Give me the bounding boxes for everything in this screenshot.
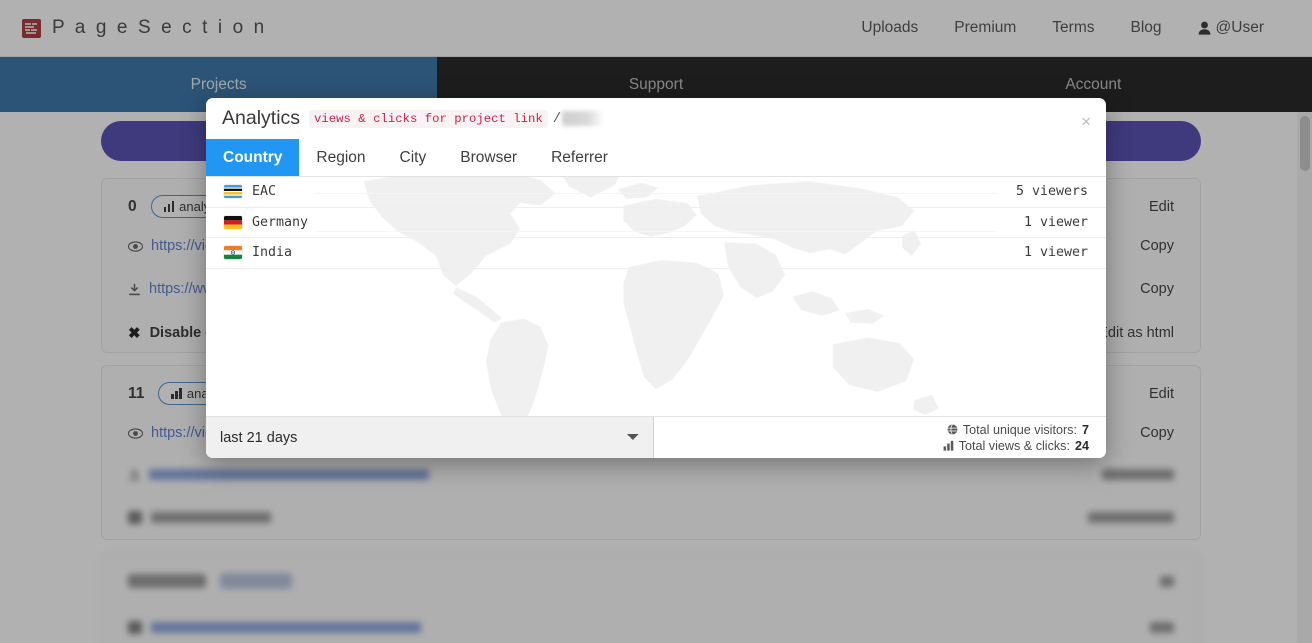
modal-title-slash: /	[552, 110, 562, 127]
country-name: EAC	[252, 184, 277, 200]
footer-stats: Total unique visitors: 7 Total views & c…	[943, 417, 1106, 458]
views-clicks-stat: Total views & clicks: 24	[943, 439, 1089, 453]
analytics-tab-bar: Country Region City Browser Referrer	[206, 139, 1106, 177]
redacted-project-slug	[562, 111, 605, 126]
tab-region[interactable]: Region	[299, 139, 382, 176]
flag-germany-icon	[224, 215, 242, 229]
views-clicks-label: Total views & clicks:	[958, 438, 1070, 453]
close-icon[interactable]: ×	[1081, 113, 1091, 130]
modal-title: Analytics	[222, 107, 301, 129]
tab-browser[interactable]: Browser	[443, 139, 534, 176]
country-viewer-count: 5 viewers	[1015, 184, 1088, 200]
flag-india-icon	[224, 246, 242, 260]
tab-city[interactable]: City	[383, 139, 444, 176]
country-viewer-count: 1 viewer	[1023, 214, 1088, 230]
tab-country[interactable]: Country	[206, 139, 300, 176]
unique-visitors-stat: Total unique visitors: 7	[947, 423, 1089, 437]
flag-eac-icon	[224, 185, 242, 199]
unique-visitors-value: 7	[1081, 422, 1089, 437]
tab-referrer[interactable]: Referrer	[534, 139, 625, 176]
analytics-modal: Analytics views & clicks for project lin…	[206, 98, 1106, 458]
country-name: Germany	[252, 214, 309, 230]
table-row[interactable]: India 1 viewer	[206, 238, 1106, 269]
table-row[interactable]: Germany 1 viewer	[206, 208, 1106, 238]
country-name: India	[252, 245, 293, 261]
analytics-body: EAC 5 viewers Germany 1 viewer India 1 v…	[206, 177, 1106, 416]
modal-title-badge: views & clicks for project link	[309, 109, 548, 128]
country-viewer-count: 1 viewer	[1023, 245, 1088, 261]
modal-header: Analytics views & clicks for project lin…	[206, 98, 1106, 139]
bar-chart-icon	[943, 440, 954, 451]
table-row[interactable]: EAC 5 viewers	[206, 177, 1106, 208]
unique-visitors-label: Total unique visitors:	[962, 422, 1077, 437]
views-clicks-value: 24	[1074, 438, 1089, 453]
country-rows: EAC 5 viewers Germany 1 viewer India 1 v…	[206, 177, 1106, 269]
analytics-footer: last 21 days Total unique visitors: 7 To…	[206, 416, 1106, 458]
date-range-select[interactable]: last 21 days	[206, 417, 654, 458]
globe-icon	[947, 424, 958, 435]
